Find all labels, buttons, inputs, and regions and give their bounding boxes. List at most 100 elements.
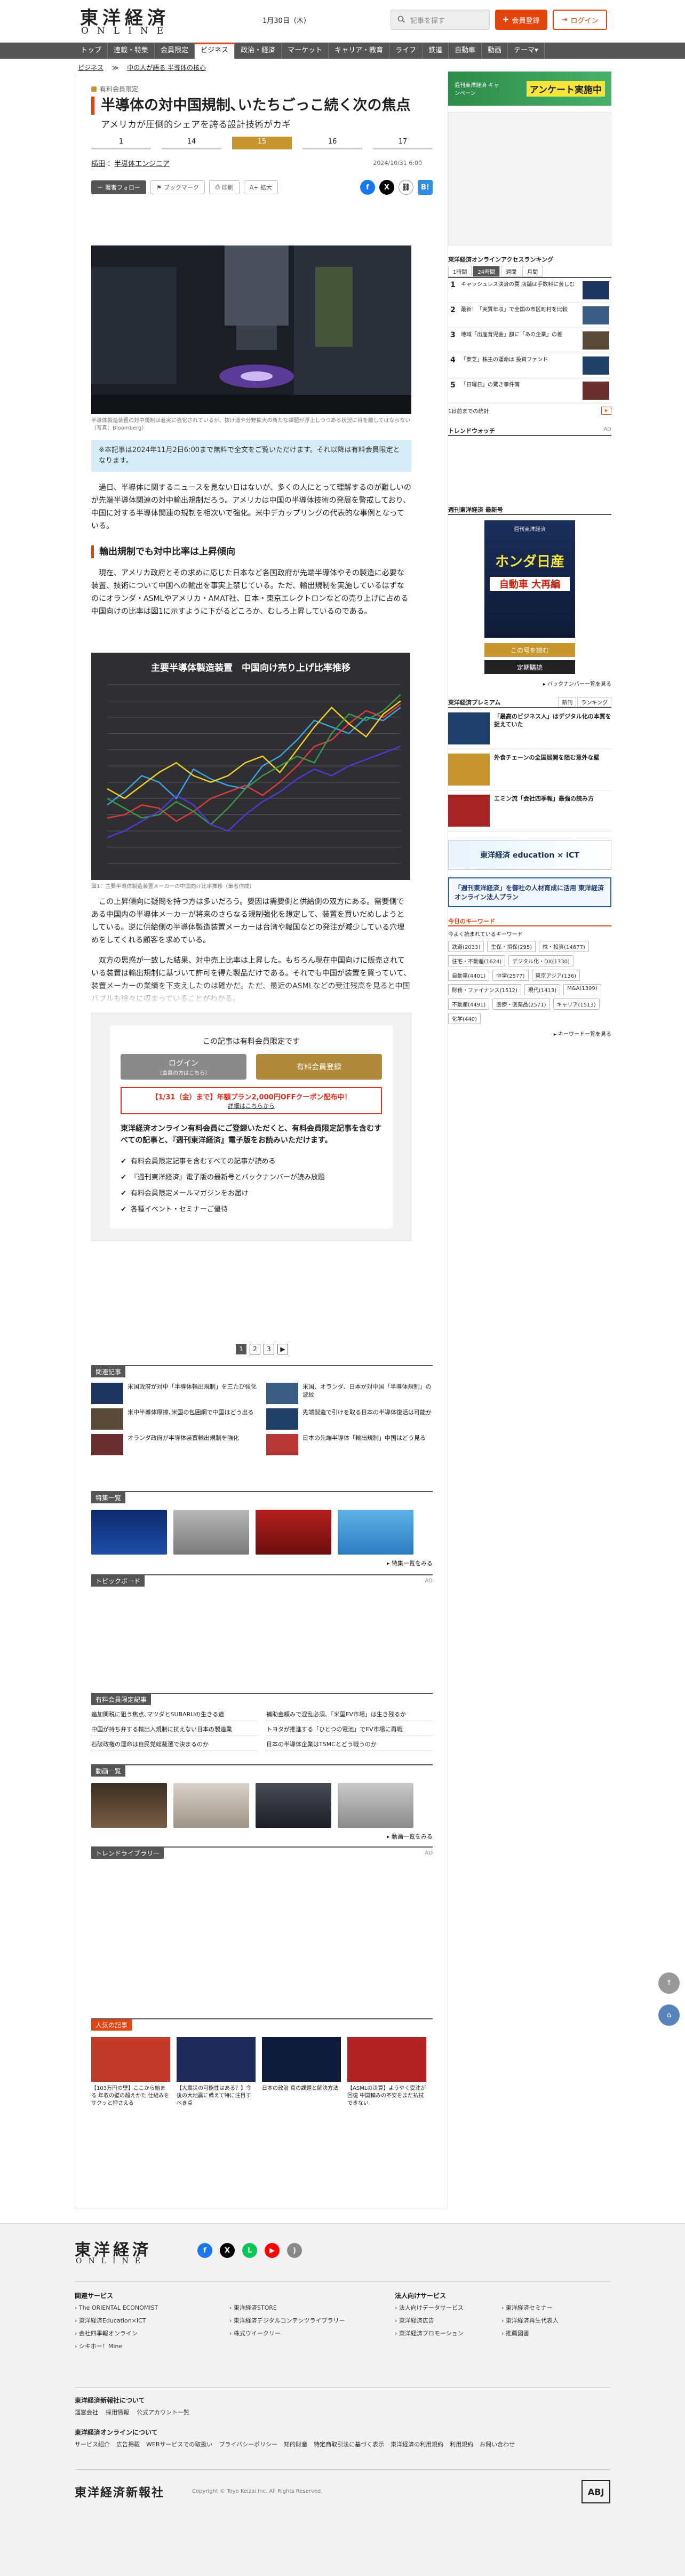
feature-thumb[interactable] (91, 1510, 167, 1555)
paywall-register-button[interactable]: 有料会員登録 (256, 1054, 382, 1080)
ranking-item[interactable]: 4 「東芝」株主の運命は 投資ファンド (448, 353, 611, 378)
ranking-item[interactable]: 2 最新！「実質年収」で全国の市区町村を比較 (448, 303, 611, 328)
line-icon[interactable]: L (242, 2243, 257, 2258)
footer-link[interactable]: プライバシーポリシー (219, 2438, 277, 2451)
magazine-subscribe-button[interactable]: 定期購読 (484, 660, 575, 674)
list-item[interactable]: 追加関税に狙う焦点､マツダとSUBARUの生きる道 (91, 1710, 258, 1721)
sidebar-ad-banner[interactable]: 週刊東洋経済 キャンペーン アンケート実施中 (448, 72, 611, 106)
list-item[interactable]: 補助金頼みで混乱必須､「米国EV市場」は生き残るか (266, 1710, 433, 1721)
video-thumb[interactable] (173, 1783, 249, 1828)
footer-link[interactable]: › シキホー！Mine (75, 2340, 235, 2353)
video-more-link[interactable]: ▸ 動画一覧をみる (91, 1832, 433, 1841)
footer-link[interactable]: › 東洋経済プロモーション (395, 2327, 496, 2340)
x-icon[interactable]: X (379, 180, 394, 195)
video-thumb[interactable] (256, 1783, 331, 1828)
keyword-more-link[interactable]: ▸ キーワード一覧を見る (448, 1029, 611, 1037)
ranking-item[interactable]: 5 「日曜日」の驚き事件簿 (448, 378, 611, 403)
keyword-tag[interactable]: 住宅・不動産(1624) (448, 955, 506, 966)
footer-link[interactable]: 知的財産 (284, 2438, 307, 2451)
link-icon[interactable]: ⛓ (399, 180, 413, 195)
pagination-item[interactable]: 2 (250, 1344, 260, 1354)
ranking-item[interactable]: 1 キャッシュレス決済の罠 店舗は手数料に苦しむ (448, 278, 611, 303)
footer-link[interactable]: › 東洋経済広告 (395, 2315, 496, 2327)
ranking-more-button[interactable]: ▸ (601, 407, 611, 415)
keyword-tag[interactable]: 化学(440) (448, 1013, 481, 1024)
footer-link[interactable]: › 株式ウイークリー (229, 2327, 389, 2340)
footer-link[interactable]: 特定商取引法に基づく表示 (314, 2438, 384, 2451)
nav-item[interactable]: 連載・特集 (108, 43, 155, 59)
keyword-tag[interactable]: 不動産(4491) (448, 998, 490, 1010)
footer-link[interactable]: › 法人向けデータサービス (395, 2302, 496, 2315)
rss-icon[interactable]: ) (287, 2243, 302, 2258)
keyword-tag[interactable]: 生保・損保(295) (487, 941, 536, 952)
feature-thumb[interactable] (338, 1510, 413, 1555)
magazine-cover[interactable]: 週刊東洋経済 ホンダ日産 自動車 大再編 (484, 520, 575, 638)
scroll-top-icon[interactable]: ↑ (658, 1972, 680, 1994)
pagination-item[interactable]: 3 (264, 1344, 274, 1354)
page-tab[interactable]: 14 (162, 137, 221, 149)
company-logo[interactable]: 東洋経済新報社 (75, 2483, 164, 2500)
popular-item[interactable]: 日本の政治 真の課題と解決方法 (262, 2037, 341, 2107)
footer-link[interactable]: › 東洋経済セミナー (501, 2302, 608, 2315)
site-logo-sub[interactable]: ONLINE (81, 26, 172, 36)
breadcrumb-item[interactable]: ビジネス (78, 64, 103, 72)
footer-link[interactable]: 公式アカウント一覧 (137, 2406, 189, 2419)
feature-thumb[interactable] (173, 1510, 249, 1555)
facebook-icon[interactable]: f (197, 2243, 212, 2258)
follow-button[interactable]: ＋著者フォロー (91, 180, 146, 194)
page-tab[interactable]: 16 (302, 137, 362, 149)
premium-item[interactable]: 外食チェーンの全国展開を阻む意外な壁 (448, 749, 611, 790)
footer-link[interactable]: › 会社四季報オンライン (75, 2327, 235, 2340)
backnumber-link[interactable]: ▸ バックナンバー一覧を見る (448, 679, 611, 687)
search-input[interactable]: 記事を探す (391, 10, 490, 30)
ranking-tab[interactable]: 月間 (522, 266, 543, 277)
pagination-item[interactable]: 1 (236, 1344, 246, 1354)
keyword-tag[interactable]: 株・投資(14677) (539, 941, 589, 952)
register-button[interactable]: ✚ 会員登録 (495, 10, 547, 30)
footer-link[interactable]: 利用規約 (450, 2438, 473, 2451)
footer-link[interactable]: › 東洋経済デジタルコンテンツライブラリー (229, 2315, 389, 2327)
footer-link[interactable]: 運営会社 (75, 2406, 98, 2419)
pagination-item[interactable]: ▶ (277, 1344, 288, 1354)
list-item[interactable]: 先端製造で引けを取る日本の半導体復活は可能か (266, 1408, 433, 1430)
print-button[interactable]: ⎙ 印刷 (209, 180, 240, 194)
youtube-icon[interactable]: ▶ (265, 2243, 280, 2258)
video-thumb[interactable] (338, 1783, 413, 1828)
nav-item[interactable]: 政治・経済 (235, 43, 282, 59)
list-item[interactable]: 日本の半導体企業はTSMCとどう戦うのか (266, 1740, 433, 1751)
footer-link[interactable]: 広告掲載 (116, 2438, 140, 2451)
breadcrumb-item[interactable]: 中の人が語る 半導体の核心 (127, 64, 206, 72)
textsize-button[interactable]: A+ 拡大 (243, 180, 278, 194)
list-item[interactable]: 米中半導体摩擦､米国の包囲網で中国はどう出る (91, 1408, 258, 1430)
feature-thumb[interactable] (256, 1510, 331, 1555)
keyword-tag[interactable]: 東京アジア(136) (531, 970, 580, 981)
footer-link[interactable]: 採用情報 (106, 2406, 129, 2419)
popular-item[interactable]: 【103万円の壁】ここから始まる 年収の壁の超えかた 仕組みをサクッと押さえる (91, 2037, 170, 2107)
popular-item[interactable]: 【大震災の可能性はある？】今後の大地震に備えて特に注目すべき点 (177, 2037, 256, 2107)
nav-item[interactable]: 会員限定 (155, 43, 195, 59)
page-tab[interactable]: 17 (373, 137, 433, 149)
feature-more-link[interactable]: ▸ 特集一覧をみる (91, 1559, 433, 1567)
premium-item[interactable]: エミン流「会社四季報」最強の読み方 (448, 790, 611, 831)
keyword-tag[interactable]: M&A(1399) (563, 984, 601, 995)
list-item[interactable]: トヨタが推進する「ひとつの電池」でEV市場に再戦 (266, 1725, 433, 1736)
keyword-tag[interactable]: 現代(1413) (524, 984, 561, 995)
nav-item[interactable]: 動画 (482, 43, 508, 59)
bookmark-button[interactable]: ⚑ ブックマーク (150, 180, 205, 194)
nav-item[interactable]: ビジネス (195, 43, 235, 59)
promo-box[interactable]: 【1/31（金）まで】年額プラン2,000円OFFクーポン配布中！ 詳細はこちら… (121, 1087, 382, 1114)
keyword-tag[interactable]: キャリア(1513) (553, 998, 600, 1010)
nav-item[interactable]: トップ (75, 43, 108, 59)
nav-item[interactable]: 自動車 (449, 43, 482, 59)
magazine-read-button[interactable]: この号を読む (484, 643, 575, 657)
footer-link[interactable]: › 東洋経済STORE (229, 2302, 389, 2315)
x-icon[interactable]: X (220, 2243, 235, 2258)
list-item[interactable]: 石破政権の運命は自民党総裁選で決まるのか (91, 1740, 258, 1751)
keyword-tag[interactable]: 中学(2577) (492, 970, 529, 981)
nav-item[interactable]: テーマ▾ (508, 43, 545, 59)
footer-link[interactable]: › 東洋経済Education×ICT (75, 2315, 235, 2327)
footer-link[interactable]: WEBサービスでの取扱い (146, 2438, 212, 2451)
home-icon[interactable]: ⌂ (658, 2004, 680, 2026)
keyword-tag[interactable]: 自動車(4401) (448, 970, 490, 981)
paywall-login-button[interactable]: ログイン （会員の方はこちら） (121, 1054, 246, 1080)
